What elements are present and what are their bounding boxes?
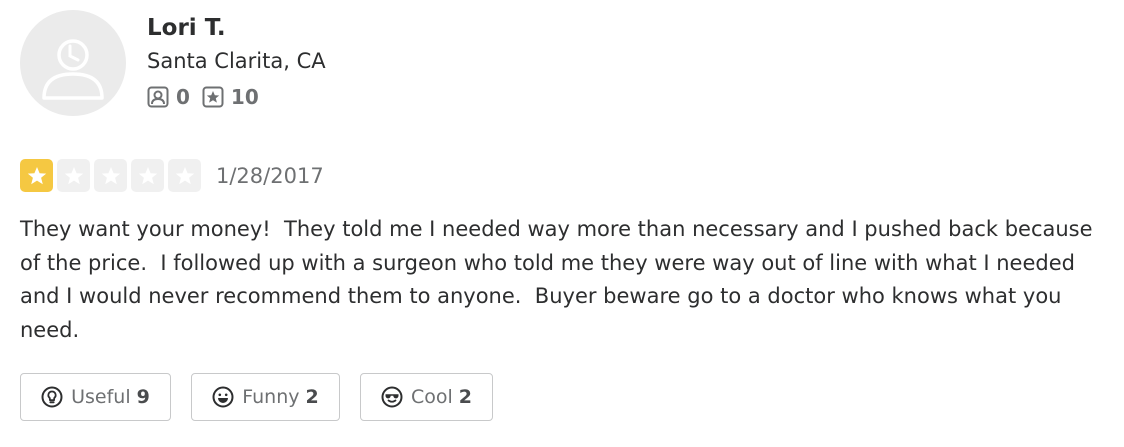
review-text: They want your money! They told me I nee…	[20, 217, 1100, 342]
friends-icon	[147, 86, 169, 108]
user-passport: Lori T. Santa Clarita, CA 0 10	[20, 10, 326, 116]
star-icon	[131, 159, 164, 192]
star-reviews-icon	[202, 86, 224, 108]
funny-count: 2	[305, 386, 319, 408]
reviews-count: 10	[230, 85, 259, 109]
friends-count: 0	[176, 85, 190, 109]
user-avatar[interactable]	[20, 10, 126, 116]
user-name[interactable]: Lori T.	[147, 13, 326, 43]
star-icon	[94, 159, 127, 192]
cool-label: Cool	[410, 386, 453, 408]
default-user-avatar-icon	[42, 39, 104, 100]
rating-row: 1/28/2017	[20, 159, 324, 192]
cool-count: 2	[458, 386, 473, 408]
lightbulb-icon	[41, 386, 63, 408]
friends-stat: 0	[147, 85, 190, 109]
review-date: 1/28/2017	[216, 163, 324, 188]
funny-button[interactable]: Funny 2	[191, 373, 340, 421]
user-location: Santa Clarita, CA	[147, 49, 326, 73]
star-icon	[168, 159, 201, 192]
useful-button[interactable]: Useful 9	[20, 373, 171, 421]
star-rating	[20, 159, 205, 192]
funny-label: Funny	[242, 386, 300, 408]
useful-count: 9	[136, 386, 150, 408]
star-icon	[57, 159, 90, 192]
sunglasses-face-icon	[381, 386, 403, 408]
star-icon	[20, 159, 53, 192]
reviews-stat: 10	[202, 85, 259, 109]
useful-label: Useful	[71, 386, 131, 408]
cool-button[interactable]: Cool 2	[360, 373, 493, 421]
user-stats: 0 10	[147, 85, 326, 109]
review-reactions: Useful 9 Funny 2 Cool 2	[20, 373, 493, 421]
smile-face-icon	[212, 386, 234, 408]
